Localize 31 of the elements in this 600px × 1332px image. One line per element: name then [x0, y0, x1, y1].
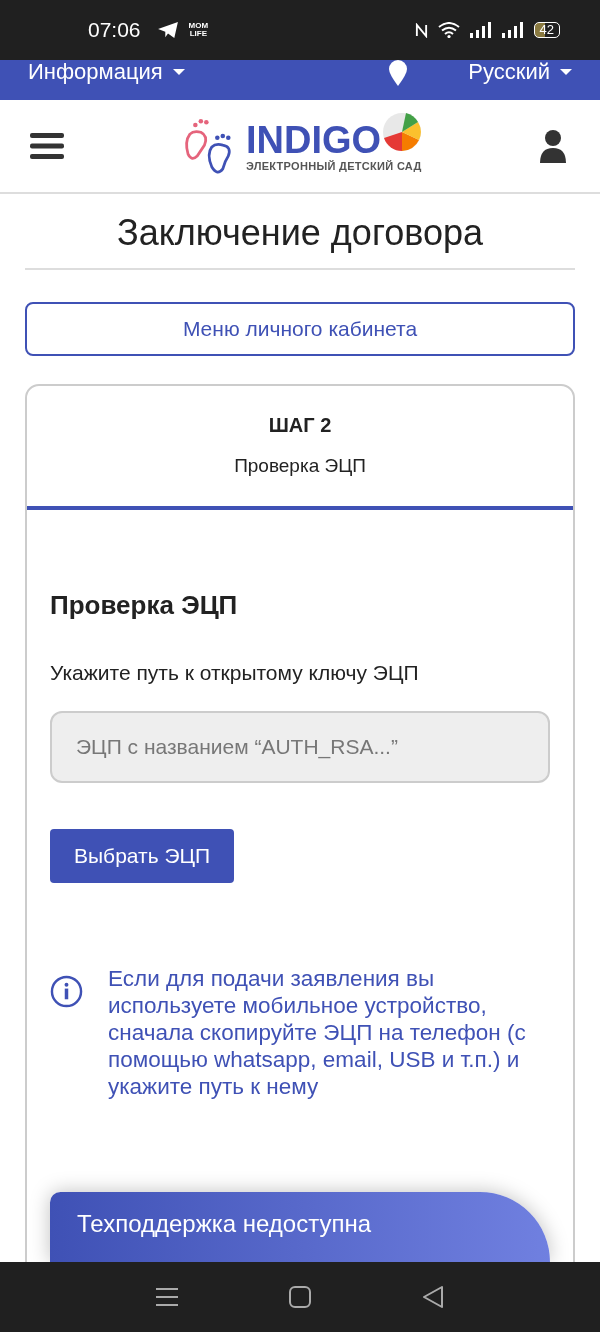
signal-icon — [501, 22, 524, 38]
page-title: Заключение договора — [115, 212, 485, 254]
status-time: 07:06 — [88, 18, 141, 42]
location-pin-icon[interactable] — [388, 60, 409, 86]
support-banner[interactable]: Техподдержка недоступна — [50, 1192, 550, 1262]
logo-title: INDIGO — [245, 120, 382, 160]
step-name: Проверка ЭЦП — [234, 455, 366, 477]
paper-plane-icon — [156, 21, 179, 39]
signal-icon — [469, 22, 492, 38]
form-heading: Проверка ЭЦП — [50, 590, 238, 621]
field-label: Укажите путь к открытому ключу ЭЦП — [50, 661, 419, 685]
language-select[interactable]: Русский — [468, 60, 572, 84]
logo-subtitle: ЭЛЕКТРОННЫЙ ДЕТСКИЙ САД — [245, 160, 423, 172]
recent-apps-icon[interactable] — [155, 1287, 178, 1307]
battery-icon: 42 — [533, 22, 560, 38]
app-notification-icon: MOM LIFE — [188, 22, 209, 38]
menu-icon[interactable] — [30, 133, 64, 159]
key-path-field[interactable]: ЭЦП с названием “AUTH_RSA...” — [50, 711, 550, 783]
info-menu-button[interactable]: Информация — [28, 60, 185, 84]
home-icon[interactable] — [289, 1286, 311, 1308]
back-icon[interactable] — [422, 1286, 445, 1308]
info-note: Если для подачи заявления вы используете мобильное устройство, сначала скопируйте ЭЦП на телефон (с помощью whatsapp, email, USB и т.п.) и укажите путь к нему — [108, 965, 527, 1100]
cabinet-menu-button[interactable]: Меню личного кабинета — [25, 302, 575, 356]
nfc-icon — [414, 22, 428, 38]
beach-ball-icon — [382, 112, 423, 152]
step-label: ШАГ 2 — [268, 414, 332, 437]
wifi-icon — [437, 22, 460, 38]
info-icon — [50, 975, 83, 1008]
choose-key-button[interactable]: Выбрать ЭЦП — [50, 829, 235, 883]
user-icon[interactable] — [540, 129, 566, 163]
support-text: Техподдержка недоступна — [77, 1210, 372, 1237]
